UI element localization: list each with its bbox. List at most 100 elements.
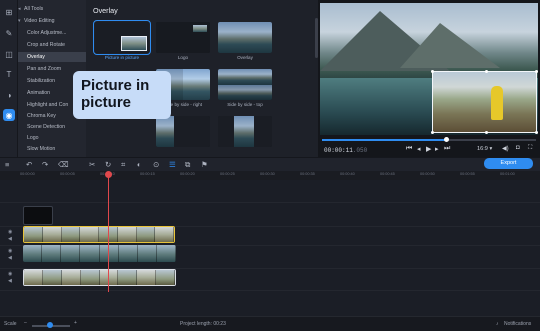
tools-item-overlay[interactable]: Overlay <box>18 52 86 62</box>
main-video-clip[interactable] <box>23 245 176 262</box>
overlay-thumb-overlay[interactable] <box>218 22 272 53</box>
fullscreen-icon[interactable]: ⛶ <box>528 145 532 152</box>
ruler-tick: 00:00:00 <box>20 172 35 176</box>
black-clip[interactable] <box>23 206 53 225</box>
tools-item-label: Logo <box>27 135 39 141</box>
tools-menu-icon[interactable]: ☰ <box>169 160 176 169</box>
overlay-thumb-logo[interactable] <box>156 22 210 53</box>
ruler-tick: 00:00:20 <box>180 172 195 176</box>
bell-icon[interactable]: ♪ <box>496 321 499 327</box>
seek-knob[interactable] <box>444 137 450 142</box>
pip-overlay-video[interactable] <box>431 70 538 134</box>
tool-rail: ⊞ ✎ ◫ T ◑ ◉ <box>0 0 18 157</box>
clip-frame <box>137 245 157 262</box>
resize-handle[interactable] <box>484 70 488 73</box>
timecode-ms: .050 <box>352 147 368 154</box>
preview-seek-bar[interactable] <box>322 137 536 142</box>
aspect-ratio-select[interactable]: 16:9 ▾ <box>477 146 492 152</box>
titles-icon[interactable]: T <box>3 68 15 80</box>
track-visibility-icon[interactable]: ◉ <box>8 229 12 235</box>
video-canvas[interactable] <box>320 3 538 135</box>
mountain-shape <box>400 23 500 68</box>
playhead-line[interactable] <box>108 172 109 292</box>
clip-frame <box>137 270 157 285</box>
seek-progress <box>322 139 447 141</box>
overlay-icon[interactable]: ⧉ <box>185 160 190 170</box>
skip-back-icon[interactable]: ⏮ <box>406 145 412 153</box>
playhead-handle[interactable] <box>105 171 112 178</box>
thumb-scene-image <box>218 69 272 85</box>
color-icon[interactable]: ◐ <box>137 160 142 169</box>
clip-properties-icon[interactable]: ⊙ <box>153 160 159 169</box>
volume-icon[interactable]: ◀) <box>502 145 509 152</box>
rotate-icon[interactable]: ↻ <box>105 160 111 169</box>
clip-frame <box>61 245 81 262</box>
overlay-thumb-seventh[interactable] <box>218 116 272 147</box>
filters-icon[interactable]: ◫ <box>3 48 15 60</box>
overlay-thumb-sixth[interactable] <box>156 116 210 147</box>
tooltip-picture-in-picture: Picture in picture <box>73 71 171 119</box>
overlay-clip-selected[interactable] <box>23 226 175 243</box>
resize-handle[interactable] <box>431 131 434 134</box>
track-visibility-icon[interactable]: ◉ <box>8 248 12 254</box>
tools-item-logo[interactable]: Logo <box>18 133 86 143</box>
resize-handle[interactable] <box>535 131 538 134</box>
clip-frame <box>80 245 100 262</box>
clip-frame <box>42 270 62 285</box>
tools-item-all-tools[interactable]: ◂ All Tools <box>18 4 86 14</box>
resize-handle[interactable] <box>535 70 538 73</box>
second-video-clip[interactable] <box>23 269 176 286</box>
scale-label: Scale <box>4 321 17 327</box>
overlay-thumb-side-by-side-top[interactable] <box>218 69 272 100</box>
clip-frame <box>23 245 43 262</box>
ruler-tick: 00:00:25 <box>220 172 235 176</box>
clip-frame <box>117 227 137 242</box>
cut-icon[interactable]: ✂ <box>89 160 95 169</box>
frame-back-icon[interactable]: ◂ <box>417 145 421 153</box>
export-button[interactable]: Export <box>484 158 533 169</box>
clip-frame <box>24 227 43 242</box>
marker-icon[interactable]: ⚑ <box>201 160 208 169</box>
resize-handle[interactable] <box>431 70 434 73</box>
tools-item-label: Color Adjustme... <box>27 30 67 36</box>
clip-frame <box>99 245 119 262</box>
crop-icon[interactable]: ⌗ <box>121 160 125 170</box>
notifications-link[interactable]: Notifications <box>504 321 531 327</box>
zoom-in-icon[interactable]: + <box>74 320 77 326</box>
tools-item-label: Animation <box>27 90 51 96</box>
undo-icon[interactable]: ↶ <box>26 160 32 169</box>
overlay-thumb-label: Picture in picture <box>104 55 140 60</box>
more-tools-icon[interactable]: ◉ <box>3 109 15 121</box>
timeline-toolbar: ≡ ↶ ↷ ⌫ ✂ ↻ ⌗ ◐ ⊙ ☰ ⧉ ⚑ <box>0 157 540 171</box>
stickers-icon[interactable]: ◑ <box>3 89 15 101</box>
track-mute-icon[interactable]: ◀ <box>8 278 12 284</box>
resize-handle[interactable] <box>484 131 488 134</box>
tools-item-crop-rotate[interactable]: Crop and Rotate <box>18 40 86 50</box>
tools-item-video-editing[interactable]: ▾ Video Editing <box>18 16 86 26</box>
track-mute-icon[interactable]: ◀ <box>8 236 12 242</box>
clip-frame <box>61 227 81 242</box>
snapshot-icon[interactable]: ◘ <box>516 145 520 151</box>
thumb-logo-image <box>193 25 207 32</box>
redo-icon[interactable]: ↷ <box>42 160 48 169</box>
clip-frame <box>155 227 174 242</box>
skip-forward-icon[interactable]: ⏭ <box>444 145 450 153</box>
thumb-scene-image <box>218 22 272 53</box>
timeline-menu-icon[interactable]: ≡ <box>5 160 9 169</box>
tools-item-scene-detection[interactable]: Scene Detection <box>18 122 86 132</box>
delete-icon[interactable]: ⌫ <box>58 160 69 169</box>
timeline-ruler[interactable]: 00:00:00 00:00:05 00:00:10 00:00:15 00:0… <box>0 171 540 180</box>
effects-icon[interactable]: ✎ <box>3 27 15 39</box>
thumb-scene-image <box>234 116 254 147</box>
timecode-main: 00:00:11 <box>324 147 353 154</box>
frame-forward-icon[interactable]: ▸ <box>435 145 439 153</box>
zoom-out-icon[interactable]: – <box>24 320 27 326</box>
scale-slider-knob[interactable] <box>47 322 53 328</box>
overlay-thumb-picture-in-picture[interactable] <box>93 20 151 55</box>
tools-item-color-adjustments[interactable]: Color Adjustme... <box>18 28 86 38</box>
tools-item-slow-motion[interactable]: Slow Motion <box>18 144 86 154</box>
import-icon[interactable]: ⊞ <box>3 6 15 18</box>
track-mute-icon[interactable]: ◀ <box>8 255 12 261</box>
track-visibility-icon[interactable]: ◉ <box>8 271 12 277</box>
play-icon[interactable]: ▶ <box>426 145 431 153</box>
